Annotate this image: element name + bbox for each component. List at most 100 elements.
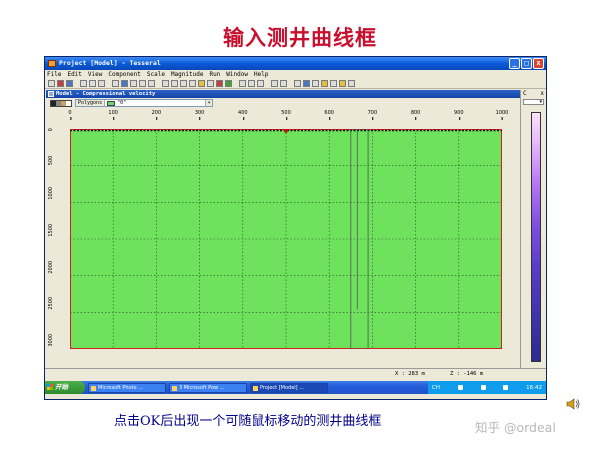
tray-clock: 16:42 bbox=[526, 384, 542, 391]
velocity-colorbar bbox=[531, 112, 541, 362]
x-tick-label: 400 bbox=[238, 110, 248, 120]
menu-scale[interactable]: Scale bbox=[147, 70, 165, 79]
status-bar: X : 283 m Z : -146 m bbox=[45, 368, 546, 379]
slide-caption: 点击OK后出现一个可随鼠标移动的测井曲线框 bbox=[114, 414, 382, 429]
x-tick-label: 200 bbox=[151, 110, 162, 120]
cut-icon[interactable] bbox=[239, 80, 246, 87]
well-icon[interactable] bbox=[294, 80, 301, 87]
context-help-icon[interactable] bbox=[348, 80, 355, 87]
settings-icon[interactable] bbox=[330, 80, 337, 87]
vertical-ruler: 0 500 1000 1500 2000 2500 3000 bbox=[47, 119, 59, 369]
undo-icon[interactable] bbox=[271, 80, 278, 87]
color-palette-icon[interactable] bbox=[50, 99, 72, 107]
run-icon[interactable] bbox=[225, 80, 232, 87]
side-panel-c[interactable]: C bbox=[523, 90, 527, 98]
polygon-color-swatch bbox=[107, 100, 116, 106]
chart-icon[interactable] bbox=[321, 80, 328, 87]
layout-icon[interactable] bbox=[130, 80, 137, 87]
toolbar-separator bbox=[157, 80, 160, 87]
taskbar-item-project[interactable]: Project [Model] ... bbox=[250, 382, 328, 393]
menu-magnitude[interactable]: Magnitude bbox=[171, 70, 204, 79]
watermark: 知乎 @ordeal bbox=[475, 420, 556, 435]
copy-icon[interactable] bbox=[248, 80, 255, 87]
select-icon[interactable] bbox=[139, 80, 146, 87]
model-layer bbox=[70, 129, 502, 349]
grid-icon[interactable] bbox=[112, 80, 119, 87]
print-icon[interactable] bbox=[80, 80, 87, 87]
trace-icon[interactable] bbox=[312, 80, 319, 87]
y-tick-label: 2500 bbox=[48, 297, 54, 310]
taskbar-item-photo[interactable]: Microsoft Photo ... bbox=[88, 382, 166, 393]
menu-file[interactable]: File bbox=[47, 70, 61, 79]
boundary-node bbox=[500, 129, 502, 131]
x-tick-label: 600 bbox=[324, 110, 334, 120]
polygon-value: "0" bbox=[105, 100, 205, 107]
chevron-down-icon[interactable]: ▾ bbox=[205, 100, 213, 106]
x-tick-label: 0 bbox=[68, 110, 72, 120]
sun-icon[interactable] bbox=[198, 80, 205, 87]
zoom-window-icon[interactable] bbox=[180, 80, 187, 87]
menu-edit[interactable]: Edit bbox=[67, 70, 81, 79]
boundary-node bbox=[70, 347, 72, 349]
print-preview-icon[interactable] bbox=[89, 80, 96, 87]
y-tick-label: 1500 bbox=[48, 223, 54, 237]
paste-icon[interactable] bbox=[257, 80, 264, 87]
toolbar-separator bbox=[75, 80, 78, 87]
x-tick-label: 100 bbox=[108, 110, 118, 120]
redo-icon[interactable] bbox=[280, 80, 287, 87]
menu-view[interactable]: View bbox=[88, 70, 102, 79]
close-button[interactable]: x bbox=[533, 58, 544, 69]
model-canvas[interactable] bbox=[70, 129, 502, 349]
layer-icon[interactable] bbox=[303, 80, 310, 87]
zoom-in-icon[interactable] bbox=[162, 80, 169, 87]
toolbar bbox=[45, 79, 546, 89]
boundary-node bbox=[500, 347, 502, 349]
save-icon[interactable] bbox=[66, 80, 73, 87]
document-icon[interactable] bbox=[207, 80, 214, 87]
tray-language[interactable]: CH bbox=[432, 385, 440, 391]
tray-volume-icon[interactable] bbox=[480, 385, 486, 390]
tray-security-icon[interactable] bbox=[503, 385, 509, 390]
polygons-label: Polygons bbox=[76, 100, 106, 106]
zoom-out-icon[interactable] bbox=[171, 80, 178, 87]
system-tray: CH 16:42 bbox=[428, 381, 546, 394]
side-panel-close[interactable]: x bbox=[540, 90, 544, 98]
taskbar-item-powerpoint[interactable]: 3 Microsoft Pow ... bbox=[169, 382, 247, 393]
y-tick-label: 0 bbox=[48, 128, 54, 132]
zoom-fit-icon[interactable] bbox=[189, 80, 196, 87]
window-titlebar[interactable]: Project [Model] - Tesseral _ □ x bbox=[45, 57, 546, 70]
start-button[interactable]: 开始 bbox=[45, 381, 85, 394]
help-bulb-icon[interactable] bbox=[339, 80, 346, 87]
side-panel-dropdown[interactable]: ▾ bbox=[523, 99, 544, 105]
child-window-titlebar[interactable]: Model - Compressional velocity bbox=[46, 90, 520, 98]
minimize-button[interactable]: _ bbox=[509, 58, 520, 69]
menu-window[interactable]: Window bbox=[226, 70, 248, 79]
x-tick-label: 700 bbox=[367, 110, 378, 120]
x-tick-label: 300 bbox=[194, 110, 205, 120]
window-icon[interactable] bbox=[121, 80, 128, 87]
y-tick-label: 500 bbox=[48, 155, 54, 165]
toolbar-separator bbox=[107, 80, 110, 87]
boundary-node bbox=[70, 129, 72, 131]
window-title: Project [Model] - Tesseral bbox=[59, 59, 161, 67]
rectangle-icon[interactable] bbox=[148, 80, 155, 87]
menu-run[interactable]: Run bbox=[209, 70, 220, 79]
status-z: Z : -146 m bbox=[450, 371, 484, 377]
tool-icon[interactable] bbox=[216, 80, 223, 87]
menu-component[interactable]: Component bbox=[108, 70, 141, 79]
new-icon[interactable] bbox=[48, 80, 55, 87]
open-icon[interactable] bbox=[57, 80, 64, 87]
app-icon bbox=[48, 60, 56, 67]
tray-network-icon[interactable] bbox=[457, 385, 463, 390]
maximize-button[interactable]: □ bbox=[521, 58, 532, 69]
menu-bar: File Edit View Component Scale Magnitude… bbox=[45, 70, 546, 79]
menu-help[interactable]: Help bbox=[254, 70, 268, 79]
pointer-icon[interactable] bbox=[98, 80, 105, 87]
velocity-model[interactable] bbox=[70, 129, 502, 349]
speaker-icon[interactable] bbox=[566, 397, 580, 411]
y-tick-label: 3000 bbox=[48, 333, 54, 347]
polygon-toolbar: Polygons "0" ▾ bbox=[46, 98, 520, 108]
side-panel: C x ▾ bbox=[520, 90, 546, 368]
polygon-selector[interactable]: Polygons "0" ▾ bbox=[75, 99, 214, 107]
horizontal-ruler: 0 100 200 300 400 500 600 700 800 900 1000 bbox=[59, 109, 529, 120]
